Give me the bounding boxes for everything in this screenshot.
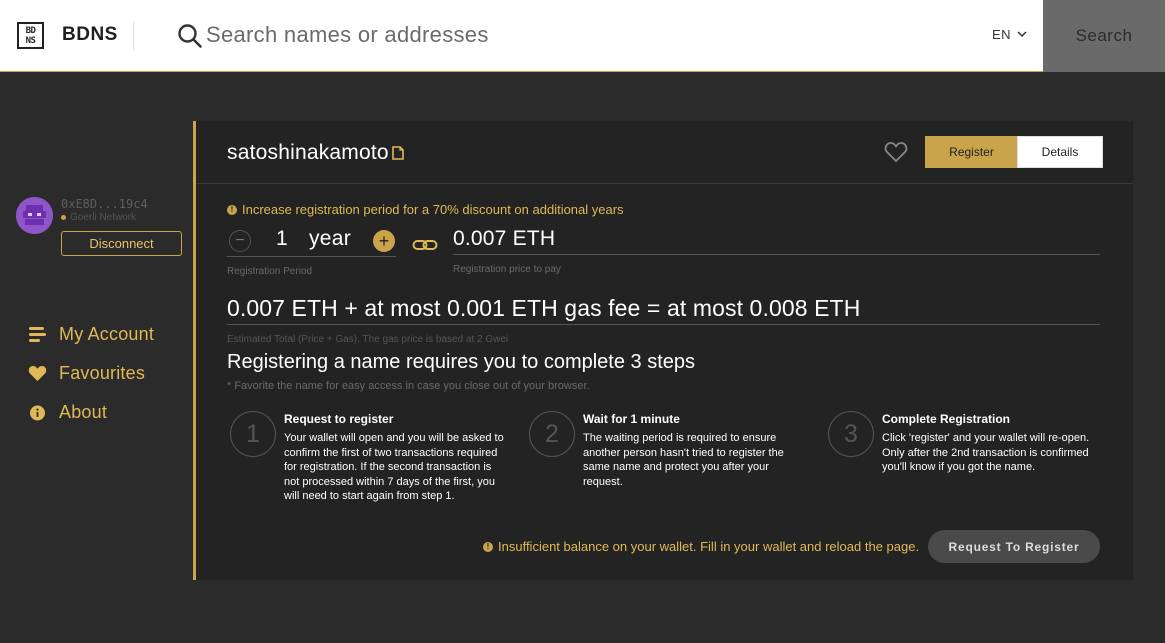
domain-name: satoshinakamoto: [227, 141, 389, 164]
total-underline: [227, 324, 1100, 325]
step-title: Complete Registration: [882, 412, 1011, 426]
sidebar-item-label: Favourites: [59, 363, 146, 383]
request-to-register-button[interactable]: Request To Register: [928, 530, 1100, 563]
account-lines-icon: [29, 327, 46, 342]
step-title: Request to register: [284, 412, 394, 426]
tab-details[interactable]: Details: [1017, 136, 1103, 168]
price-underline: [453, 254, 1100, 255]
period-label: Registration Period: [227, 266, 313, 277]
step-description: The waiting period is required to ensure…: [583, 432, 784, 488]
copy-icon[interactable]: [391, 146, 404, 160]
domain-name-title: satoshinakamoto: [227, 141, 404, 165]
estimated-total-note: Estimated Total (Price + Gas). The gas p…: [227, 334, 509, 345]
heart-icon: [28, 366, 47, 381]
sidebar-item-about[interactable]: About: [28, 402, 107, 423]
sidebar-item-favourites[interactable]: Favourites: [28, 363, 145, 384]
avatar: [16, 197, 53, 234]
step-number: 1: [230, 411, 276, 457]
tab-register[interactable]: Register: [925, 136, 1018, 168]
warning-icon: !: [483, 541, 493, 552]
step-number: 3: [828, 411, 874, 457]
info-icon: [30, 405, 45, 421]
period-value: 1: [276, 227, 288, 250]
step-title: Wait for 1 minute: [583, 412, 680, 426]
logo-mark[interactable]: BD NS: [17, 22, 44, 49]
period-underline: [227, 256, 396, 257]
insufficient-balance-note: ! Insufficient balance on your wallet. F…: [483, 539, 919, 554]
disconnect-button[interactable]: Disconnect: [61, 231, 182, 256]
search-icon: [178, 24, 202, 48]
price-label: Registration price to pay: [453, 264, 561, 275]
header-divider: [133, 22, 134, 50]
balance-text: Insufficient balance on your wallet. Fil…: [498, 539, 920, 554]
step-description: Click 'register' and your wallet will re…: [882, 432, 1090, 474]
registration-price: 0.007 ETH: [453, 227, 556, 250]
sidebar-item-my-account[interactable]: My Account: [28, 324, 154, 345]
sidebar-item-label: About: [59, 402, 108, 422]
favourite-heart-icon[interactable]: [884, 141, 908, 163]
top-header: BD NS BDNS EN Search: [0, 0, 1165, 72]
logo-text[interactable]: BDNS: [62, 24, 118, 46]
divider: [196, 183, 1133, 184]
info-icon: !: [227, 204, 237, 215]
increase-period-button[interactable]: +: [373, 230, 395, 252]
language-label: EN: [992, 27, 1012, 42]
registration-panel: satoshinakamoto Register Details ! Incre…: [193, 121, 1133, 580]
chevron-down-icon: [1017, 31, 1027, 38]
decrease-period-button[interactable]: −: [229, 230, 251, 252]
search-button[interactable]: Search: [1043, 0, 1165, 72]
wallet-address: 0xE8D...19c4: [61, 197, 148, 211]
steps-title: Registering a name requires you to compl…: [227, 351, 696, 373]
search-input[interactable]: [206, 18, 946, 52]
discount-text: Increase registration period for a 70% d…: [242, 202, 624, 217]
network-label: Goerli Network: [61, 212, 136, 223]
network-status-dot: [61, 215, 66, 220]
step-description: Your wallet will open and you will be as…: [284, 432, 504, 503]
period-unit: year: [309, 227, 352, 250]
network-name: Goerli Network: [70, 212, 137, 223]
sidebar-item-label: My Account: [59, 324, 155, 344]
steps-note: * Favorite the name for easy access in c…: [227, 380, 590, 392]
step-number: 2: [529, 411, 575, 457]
chain-link-icon: [412, 240, 438, 250]
discount-note: ! Increase registration period for a 70%…: [227, 202, 624, 217]
estimated-total: 0.007 ETH + at most 0.001 ETH gas fee = …: [227, 295, 861, 321]
language-selector[interactable]: EN: [992, 27, 1027, 42]
